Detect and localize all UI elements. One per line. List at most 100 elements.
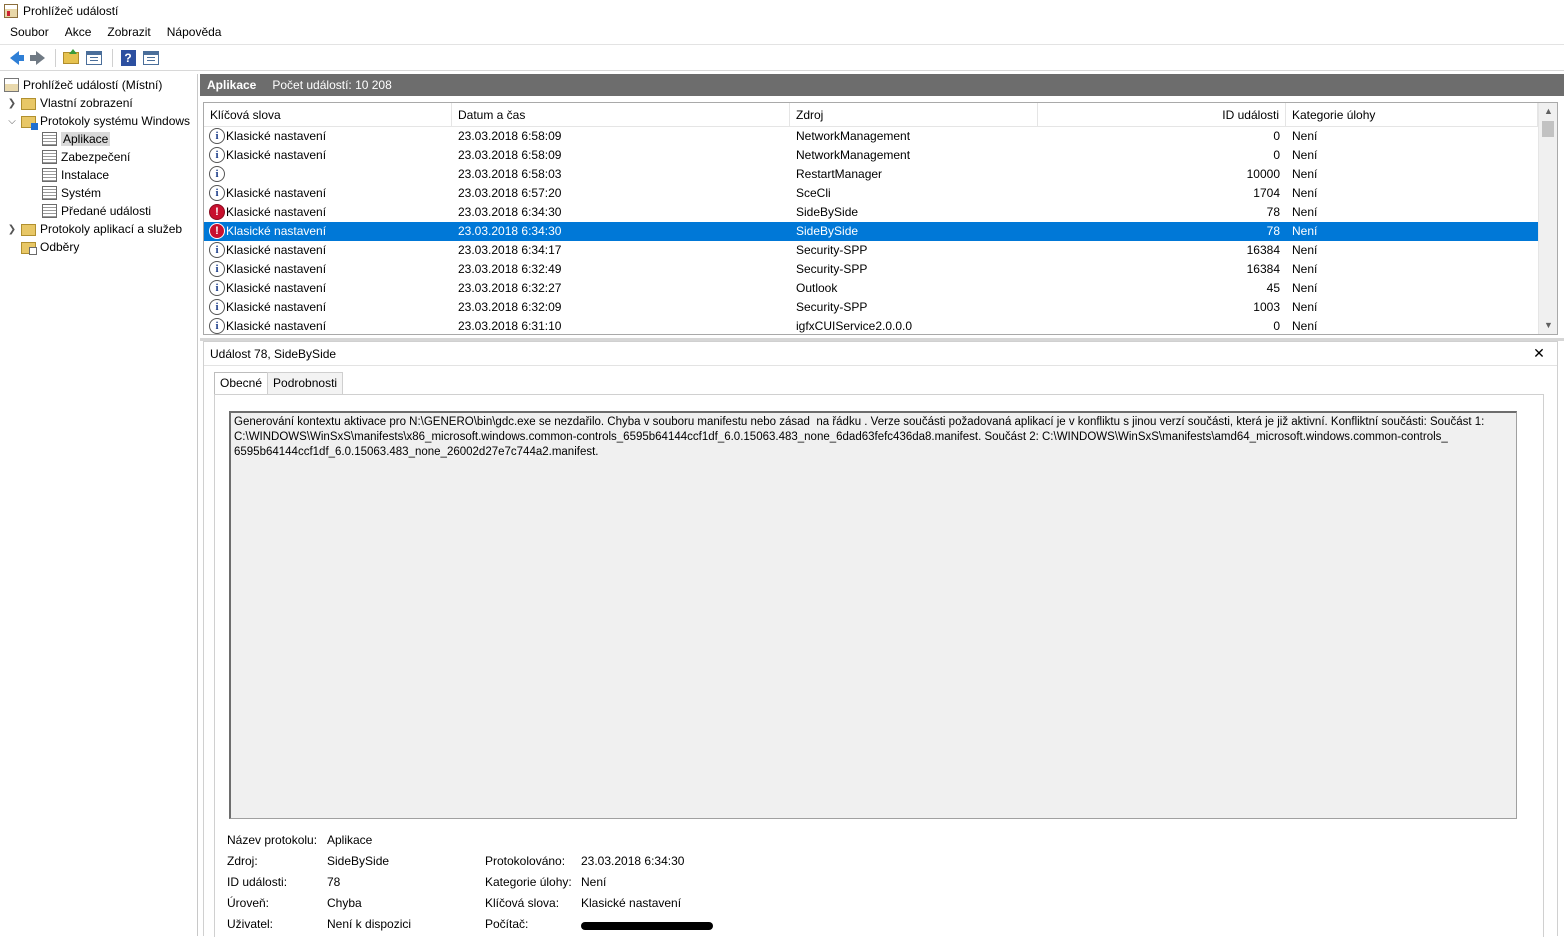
windows-folder-icon — [21, 116, 38, 130]
table-cell-id: 45 — [1266, 281, 1280, 295]
table-row[interactable]: i Klasické nastavení 23.03.2018 6:58:09 Net… — [204, 127, 1538, 146]
event-count: Počet událostí: 10 208 — [272, 78, 392, 92]
help-icon: ? — [120, 49, 136, 66]
table-cell-date: 23.03.2018 6:32:49 — [458, 262, 562, 276]
table-cell-keywords: Klasické nastavení — [226, 243, 327, 257]
event-list[interactable]: Klíčová slova Datum a čas Zdroj ID událo… — [203, 102, 1558, 335]
event-viewer-app-icon — [4, 4, 18, 18]
table-cell-date: 23.03.2018 6:58:09 — [458, 148, 562, 162]
event-id-label: ID události: — [227, 875, 288, 889]
column-header-task-category[interactable]: Kategorie úlohy — [1286, 103, 1538, 127]
table-cell-date: 23.03.2018 6:31:10 — [458, 319, 562, 333]
event-description[interactable]: Generování kontextu aktivace pro N:\GENE… — [229, 411, 1517, 819]
table-cell-source: Outlook — [796, 281, 838, 295]
table-cell-source: RestartManager — [796, 167, 883, 181]
log-name-value: Aplikace — [327, 833, 373, 847]
folder-icon — [21, 98, 36, 110]
source-label: Zdroj: — [227, 854, 258, 868]
event-list-scrollbar[interactable]: ▲ ▼ — [1538, 103, 1557, 334]
event-detail-pane: Událost 78, SideBySide ✕ Obecné Podrobno… — [203, 341, 1558, 937]
menu-file[interactable]: Soubor — [2, 22, 57, 43]
information-icon: i — [209, 147, 225, 163]
show-hide-action-pane-button[interactable] — [141, 48, 161, 68]
table-row[interactable]: ! Klasické nastavení 23.03.2018 6:34:30 Sid… — [204, 203, 1538, 222]
table-row[interactable]: i Klasické nastavení 23.03.2018 6:32:27 Out… — [204, 279, 1538, 298]
tab-general[interactable]: Obecné — [214, 372, 269, 395]
log-header-bar: Aplikace Počet událostí: 10 208 — [200, 74, 1564, 96]
expand-chevron-icon[interactable]: ❯ — [7, 224, 17, 235]
table-cell-source: Security-SPP — [796, 243, 868, 257]
keywords-label: Klíčová slova: — [485, 896, 560, 910]
table-cell-category: Není — [1292, 300, 1318, 314]
forward-button[interactable] — [27, 48, 47, 68]
keywords-value: Klasické nastavení — [581, 896, 682, 910]
table-cell-keywords: Klasické nastavení — [226, 148, 327, 162]
window-title: Prohlížeč událostí — [23, 4, 119, 18]
table-row[interactable]: i Klasické nastavení 23.03.2018 6:57:20 Sce… — [204, 184, 1538, 203]
tree-item-windows-logs[interactable]: ⌵ Protokoly systému Windows — [7, 112, 190, 130]
tree-item-event-viewer-local[interactable]: Prohlížeč událostí (Místní) — [4, 76, 162, 94]
task-category-value: Není — [581, 875, 607, 889]
table-row[interactable]: i Klasické nastavení 23.03.2018 6:34:17 Sec… — [204, 241, 1538, 260]
collapse-chevron-icon[interactable]: ⌵ — [7, 116, 17, 127]
table-cell-source: NetworkManagement — [796, 148, 911, 162]
tree-item-setup[interactable]: Instalace — [42, 166, 109, 184]
table-row[interactable]: ! Klasické nastavení 23.03.2018 6:34:30 Sid… — [204, 222, 1538, 241]
table-cell-category: Není — [1292, 319, 1318, 333]
menu-view[interactable]: Zobrazit — [99, 22, 158, 43]
table-cell-category: Není — [1292, 186, 1318, 200]
tree-item-label: Předané události — [61, 204, 152, 218]
tree-item-forwarded-events[interactable]: Předané události — [42, 202, 151, 220]
subscription-icon — [21, 242, 37, 255]
table-row[interactable]: i Klasické nastavení 23.03.2018 6:58:09 Net… — [204, 146, 1538, 165]
tree-item-system[interactable]: Systém — [42, 184, 101, 202]
information-icon: i — [209, 242, 225, 258]
folder-up-icon — [63, 48, 79, 64]
tree-item-security[interactable]: Zabezpečení — [42, 148, 130, 166]
table-cell-category: Není — [1292, 167, 1318, 181]
expand-chevron-icon[interactable]: ❯ — [7, 98, 17, 109]
tree-item-subscriptions[interactable]: Odběry — [21, 238, 79, 256]
log-name-label: Název protokolu: — [227, 833, 318, 847]
event-viewer-icon — [4, 78, 19, 92]
close-icon[interactable]: ✕ — [1531, 345, 1547, 361]
table-cell-category: Není — [1292, 148, 1318, 162]
event-detail-header: Událost 78, SideBySide ✕ — [204, 342, 1557, 366]
tree-item-application[interactable]: Aplikace — [42, 130, 111, 148]
table-row[interactable]: i 23.03.2018 6:58:03 RestartManager 10000 Ne… — [204, 165, 1538, 184]
action-pane-icon — [143, 50, 159, 65]
column-header-date-time[interactable]: Datum a čas — [452, 103, 790, 127]
tab-details[interactable]: Podrobnosti — [267, 372, 344, 394]
table-row[interactable]: i Klasické nastavení 23.03.2018 6:31:10 igf… — [204, 317, 1538, 334]
table-cell-source: Security-SPP — [796, 300, 868, 314]
console-tree: Prohlížeč událostí (Místní) ❯ Vlastní zo… — [0, 74, 198, 936]
scroll-up-icon[interactable]: ▲ — [1539, 103, 1557, 120]
table-cell-keywords: Klasické nastavení — [226, 262, 327, 276]
table-cell-date: 23.03.2018 6:34:30 — [458, 205, 562, 219]
menu-action[interactable]: Akce — [57, 22, 100, 43]
tree-item-label: Vlastní zobrazení — [40, 96, 133, 110]
back-arrow-icon — [9, 50, 24, 65]
column-header-keywords[interactable]: Klíčová slova — [204, 103, 452, 127]
table-row[interactable]: i Klasické nastavení 23.03.2018 6:32:49 Sec… — [204, 260, 1538, 279]
scrollbar-thumb[interactable] — [1542, 121, 1554, 137]
column-header-event-id[interactable]: ID události — [1038, 103, 1286, 127]
up-one-level-button[interactable] — [61, 48, 81, 68]
table-cell-id: 78 — [1266, 224, 1280, 238]
scroll-down-icon[interactable]: ▼ — [1539, 317, 1557, 334]
level-label: Úroveň: — [227, 896, 270, 910]
table-cell-category: Není — [1292, 281, 1318, 295]
tree-item-custom-views[interactable]: ❯ Vlastní zobrazení — [7, 94, 133, 112]
back-button[interactable] — [4, 48, 24, 68]
table-row[interactable]: i Klasické nastavení 23.03.2018 6:32:09 Sec… — [204, 298, 1538, 317]
log-icon — [42, 186, 57, 200]
help-button[interactable]: ? — [118, 48, 138, 68]
table-cell-id: 1003 — [1253, 300, 1280, 314]
show-hide-console-tree-button[interactable] — [84, 48, 104, 68]
detail-tabs: Obecné Podrobnosti — [214, 372, 344, 395]
menu-help[interactable]: Nápověda — [159, 22, 230, 43]
tree-item-applications-and-services-logs[interactable]: ❯ Protokoly aplikací a služeb — [7, 220, 182, 238]
table-cell-date: 23.03.2018 6:57:20 — [458, 186, 562, 200]
table-cell-category: Není — [1292, 205, 1318, 219]
column-header-source[interactable]: Zdroj — [790, 103, 1038, 127]
